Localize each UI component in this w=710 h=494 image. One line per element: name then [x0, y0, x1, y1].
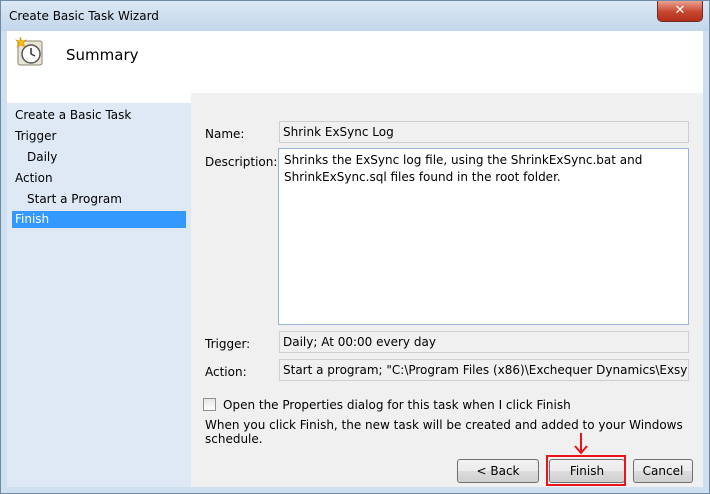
name-field[interactable]: Shrink ExSync Log — [279, 121, 689, 143]
name-label: Name: — [205, 127, 245, 141]
sidebar-item-create-basic-task[interactable]: Create a Basic Task — [15, 107, 131, 124]
open-properties-checkbox[interactable] — [203, 398, 216, 411]
finish-highlight-box — [546, 455, 626, 486]
description-textarea[interactable]: Shrinks the ExSync log file, using the S… — [278, 148, 689, 325]
cancel-button[interactable]: Cancel — [633, 459, 693, 483]
sidebar-item-daily[interactable]: Daily — [27, 149, 57, 166]
arrow-down-icon — [574, 433, 588, 455]
sidebar-item-start-a-program[interactable]: Start a Program — [27, 191, 122, 208]
clock-icon — [15, 37, 43, 66]
description-label: Description: — [205, 155, 278, 169]
sidebar-item-finish[interactable]: Finish — [12, 211, 186, 228]
trigger-label: Trigger: — [205, 337, 251, 351]
wizard-header: Summary — [7, 31, 703, 93]
page-title: Summary — [66, 46, 139, 64]
open-properties-label[interactable]: Open the Properties dialog for this task… — [223, 398, 571, 412]
sidebar-item-trigger[interactable]: Trigger — [15, 128, 56, 145]
info-text: When you click Finish, the new task will… — [205, 418, 683, 446]
action-field[interactable]: Start a program; "C:\Program Files (x86)… — [279, 359, 689, 381]
title-bar[interactable]: Create Basic Task Wizard ✕ — [1, 1, 709, 31]
close-button[interactable]: ✕ — [657, 1, 703, 22]
window-title: Create Basic Task Wizard — [9, 9, 159, 23]
wizard-steps-sidebar: Create a Basic Task Trigger Daily Action… — [7, 103, 191, 487]
back-button[interactable]: < Back — [457, 459, 539, 483]
action-label: Action: — [205, 365, 247, 379]
trigger-field[interactable]: Daily; At 00:00 every day — [279, 331, 689, 353]
summary-panel: Name: Shrink ExSync Log Description: Shr… — [191, 93, 703, 487]
sidebar-item-action[interactable]: Action — [15, 170, 53, 187]
wizard-window: Create Basic Task Wizard ✕ Summary Creat… — [0, 0, 710, 494]
close-icon: ✕ — [674, 3, 686, 18]
wizard-client-area: Summary Create a Basic Task Trigger Dail… — [7, 31, 703, 487]
